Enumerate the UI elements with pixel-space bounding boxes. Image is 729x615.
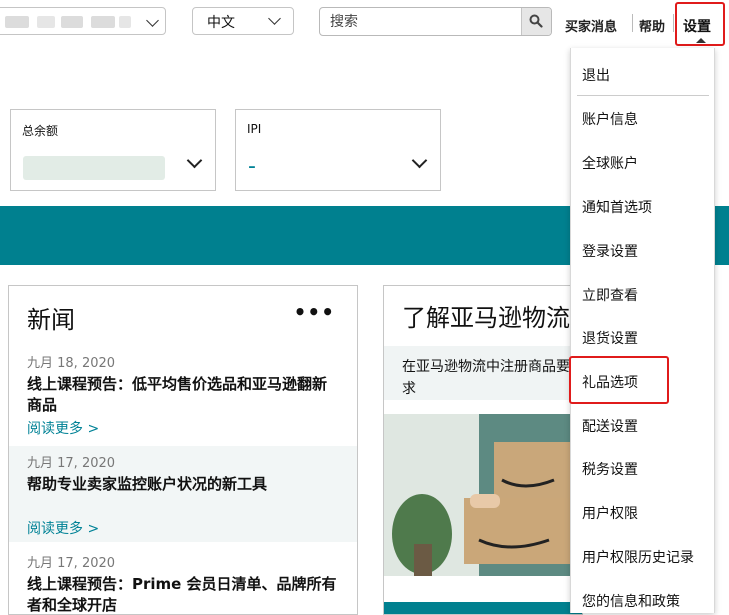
menu-item-gift-options[interactable]: 礼品选项: [582, 372, 638, 392]
search-icon: [529, 14, 543, 28]
header-divider: [673, 14, 674, 32]
menu-item-shipping-settings[interactable]: 配送设置: [582, 416, 638, 436]
help-link[interactable]: 帮助: [639, 16, 665, 35]
language-select[interactable]: 中文: [192, 7, 294, 35]
search-box: [319, 7, 552, 36]
promo-description[interactable]: 在亚马逊物流中注册商品要求: [384, 346, 582, 400]
menu-item-login-settings[interactable]: 登录设置: [582, 241, 638, 261]
menu-item-user-permissions[interactable]: 用户权限: [582, 503, 638, 523]
settings-label: 设置: [683, 19, 711, 35]
news-headline[interactable]: 线上课程预告：低平均售价选品和亚马逊翻新商品: [27, 374, 337, 416]
store-name-redacted: [37, 16, 55, 28]
news-date: 九月 18, 2020: [27, 356, 116, 371]
buyer-messages-link[interactable]: 买家消息: [565, 16, 617, 35]
news-item: 九月 17, 2020 线上课程预告：Prime 会员日清单、品牌所有者和全球开…: [9, 544, 357, 614]
ipi-card[interactable]: IPI -: [235, 109, 441, 191]
promo-description-text: 在亚马逊物流中注册商品要求: [402, 359, 570, 397]
search-input[interactable]: [320, 8, 532, 35]
news-date: 九月 17, 2020: [27, 456, 116, 471]
store-name-redacted: [91, 16, 115, 28]
menu-item-return-settings[interactable]: 退货设置: [582, 328, 638, 348]
settings-button[interactable]: 设置: [675, 2, 725, 46]
menu-item-tax-settings[interactable]: 税务设置: [582, 459, 638, 479]
chevron-down-icon: [186, 152, 203, 169]
boxes-image: [384, 414, 582, 576]
promo-image: [384, 414, 582, 576]
menu-item-logout[interactable]: 退出: [582, 65, 610, 85]
menu-pointer: [696, 38, 706, 43]
fba-promo-card: 了解亚马逊物流 在亚马逊物流中注册商品要求: [383, 285, 583, 615]
ipi-value: -: [248, 154, 256, 179]
news-title: 新闻: [27, 306, 75, 334]
menu-item-info-and-policies[interactable]: 您的信息和政策: [582, 591, 680, 611]
chevron-down-icon: [268, 12, 281, 25]
promo-title: 了解亚马逊物流: [402, 304, 570, 332]
settings-dropdown-menu: 退出 账户信息 全球账户 通知首选项 登录设置 立即查看 退货设置 礼品选项 配…: [569, 48, 715, 613]
store-name-redacted: [61, 16, 83, 28]
news-date: 九月 17, 2020: [27, 556, 116, 571]
menu-item-permission-history[interactable]: 用户权限历史记录: [582, 547, 694, 567]
menu-item-notification-preferences[interactable]: 通知首选项: [582, 197, 652, 217]
chevron-down-icon: [146, 14, 159, 27]
total-balance-card[interactable]: 总余额: [10, 109, 216, 191]
store-name-redacted: [5, 16, 29, 28]
store-name-redacted: [119, 16, 131, 28]
menu-item-account-info[interactable]: 账户信息: [582, 109, 638, 129]
menu-item-view-now[interactable]: 立即查看: [582, 285, 638, 305]
more-options-icon[interactable]: •••: [294, 300, 335, 324]
ipi-label: IPI: [247, 122, 262, 136]
chevron-down-icon: [411, 152, 428, 169]
store-selector[interactable]: [0, 7, 166, 35]
header-divider: [632, 14, 633, 32]
read-more-link[interactable]: 阅读更多 >: [27, 518, 99, 538]
language-label: 中文: [207, 15, 235, 31]
total-balance-label: 总余额: [22, 124, 59, 138]
menu-item-global-accounts[interactable]: 全球账户: [582, 153, 638, 173]
news-item: 九月 17, 2020 帮助专业卖家监控账户状况的新工具 阅读更多 >: [9, 446, 357, 542]
read-more-link[interactable]: 阅读更多 >: [27, 418, 99, 438]
total-balance-value-redacted: [23, 156, 165, 180]
news-card: 新闻 ••• 九月 18, 2020 线上课程预告：低平均售价选品和亚马逊翻新商…: [8, 285, 358, 615]
search-button[interactable]: [521, 8, 551, 35]
menu-divider: [577, 95, 709, 96]
news-item: 九月 18, 2020 线上课程预告：低平均售价选品和亚马逊翻新商品 阅读更多 …: [9, 348, 357, 444]
news-headline[interactable]: 帮助专业卖家监控账户状况的新工具: [27, 474, 337, 495]
